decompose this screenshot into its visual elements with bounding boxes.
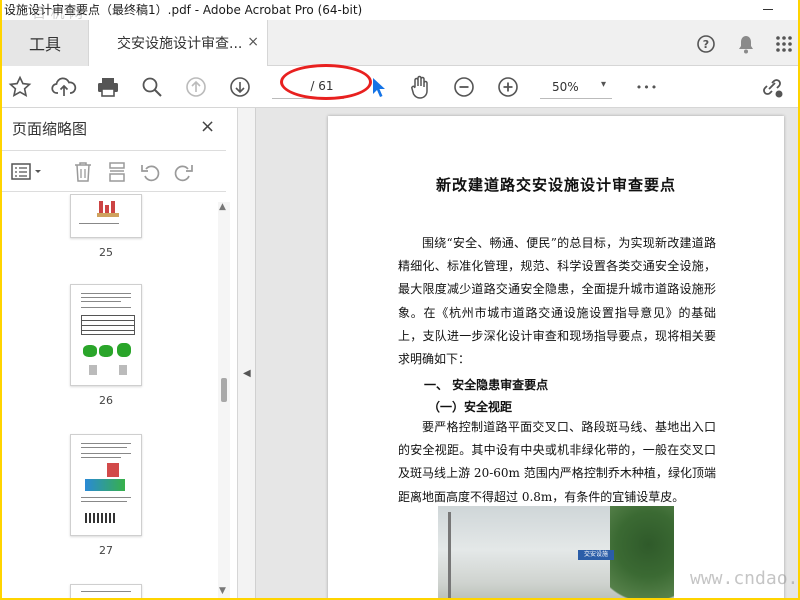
print-icon[interactable] (94, 73, 122, 101)
svg-text:?: ? (703, 38, 709, 51)
notification-bell-icon[interactable] (734, 32, 758, 56)
thumbnail-label: 27 (99, 544, 113, 557)
document-view[interactable]: 新改建道路交安设施设计审查要点 围绕“安全、畅通、便民”的总目标，为实现新改建道… (256, 108, 798, 598)
thumbnail-label: 25 (99, 246, 113, 259)
panel-title: 页面缩略图 (12, 120, 88, 138)
zoom-out-icon[interactable] (450, 73, 478, 101)
share-link-icon[interactable] (758, 73, 786, 101)
previous-page-icon[interactable] (182, 73, 210, 101)
title-bar: 设施设计审查要点（最终稿1）.pdf - Adobe Acrobat Pro (… (2, 0, 798, 20)
scroll-up-icon[interactable]: ▲ (219, 202, 226, 212)
scrollbar-thumb[interactable] (221, 378, 227, 402)
zoom-level-value: 50% (552, 79, 579, 94)
thumbnail-options-icon[interactable] (10, 159, 46, 185)
extract-page-icon[interactable] (104, 159, 130, 185)
chevron-down-icon: ▾ (600, 79, 606, 90)
intro-paragraph: 围绕“安全、畅通、便民”的总目标，为实现新改建道路精细化、标准化管理，规范、科学… (398, 236, 716, 367)
thumbnail-page-25[interactable] (70, 194, 142, 238)
thumbnail-scrollbar[interactable]: ▲ ▼ (218, 202, 230, 598)
help-icon[interactable]: ? (694, 32, 718, 56)
cloud-upload-icon[interactable] (50, 73, 78, 101)
pdf-page: 新改建道路交安设施设计审查要点 围绕“安全、畅通、便民”的总目标，为实现新改建道… (328, 116, 784, 598)
scroll-down-icon[interactable]: ▼ (219, 586, 226, 596)
hand-tool-icon[interactable] (406, 73, 434, 101)
thumbnail-page-26[interactable] (70, 284, 142, 386)
panel-collapse-bar[interactable]: ◀ (238, 108, 256, 598)
close-panel-icon[interactable]: × (200, 116, 215, 137)
delete-page-icon[interactable] (70, 159, 96, 185)
tab-document-label: 交安设施设计审查... (117, 36, 243, 52)
more-tools-button[interactable]: ••• (630, 73, 664, 101)
thumbnail-page-28[interactable] (70, 584, 142, 598)
close-tab-icon[interactable]: × (247, 34, 259, 50)
page-thumbnails-panel: 页面缩略图 × 25 26 27 ▲ ▼ (2, 108, 238, 598)
tree (610, 506, 674, 598)
acrobat-window: 设施设计审查要点（最终稿1）.pdf - Adobe Acrobat Pro (… (2, 0, 798, 598)
collapse-panel-icon[interactable]: ◀ (243, 368, 251, 379)
zoom-level-dropdown[interactable]: 50% ▾ (540, 75, 612, 99)
rotate-counterclockwise-icon[interactable] (138, 159, 164, 185)
apps-grid-icon[interactable] (772, 32, 796, 56)
thumbnail-list: 25 26 27 (2, 194, 216, 598)
tab-document[interactable]: 交安设施设计审查... × (88, 20, 268, 66)
red-highlight-ellipse (280, 64, 372, 100)
tab-tools[interactable]: 工具 (2, 20, 88, 66)
zoom-in-icon[interactable] (494, 73, 522, 101)
bookmark-star-icon[interactable] (6, 73, 34, 101)
minimize-icon[interactable] (754, 0, 782, 20)
road-sign: 交安设施 (578, 550, 614, 560)
document-title: 新改建道路交安设施设计审查要点 (435, 176, 676, 194)
section-heading: 一、 安全隐患审查要点 (424, 378, 549, 392)
rotate-clockwise-icon[interactable] (170, 159, 196, 185)
sight-distance-paragraph: 要严格控制道路平面交叉口、路段斑马线、基地出入口的安全视距。其中设有中央或机非绿… (398, 420, 716, 504)
thumbnail-toolbar (2, 150, 226, 192)
watermark-top: 百 机 网 (32, 6, 83, 20)
tab-bar: 工具 交安设施设计审查... × ? (2, 20, 798, 66)
thumbnail-label: 26 (99, 394, 113, 407)
subsection-heading: （一）安全视距 (428, 400, 513, 414)
utility-pole (448, 512, 451, 598)
road-photo: 交安设施 (438, 506, 674, 598)
next-page-icon[interactable] (226, 73, 254, 101)
thumbnail-page-27[interactable] (70, 434, 142, 536)
zoom-search-icon[interactable] (138, 73, 166, 101)
main-toolbar: / 61 50% ▾ ••• (2, 66, 798, 108)
watermark-bottom: www.cndao.com (690, 568, 798, 589)
